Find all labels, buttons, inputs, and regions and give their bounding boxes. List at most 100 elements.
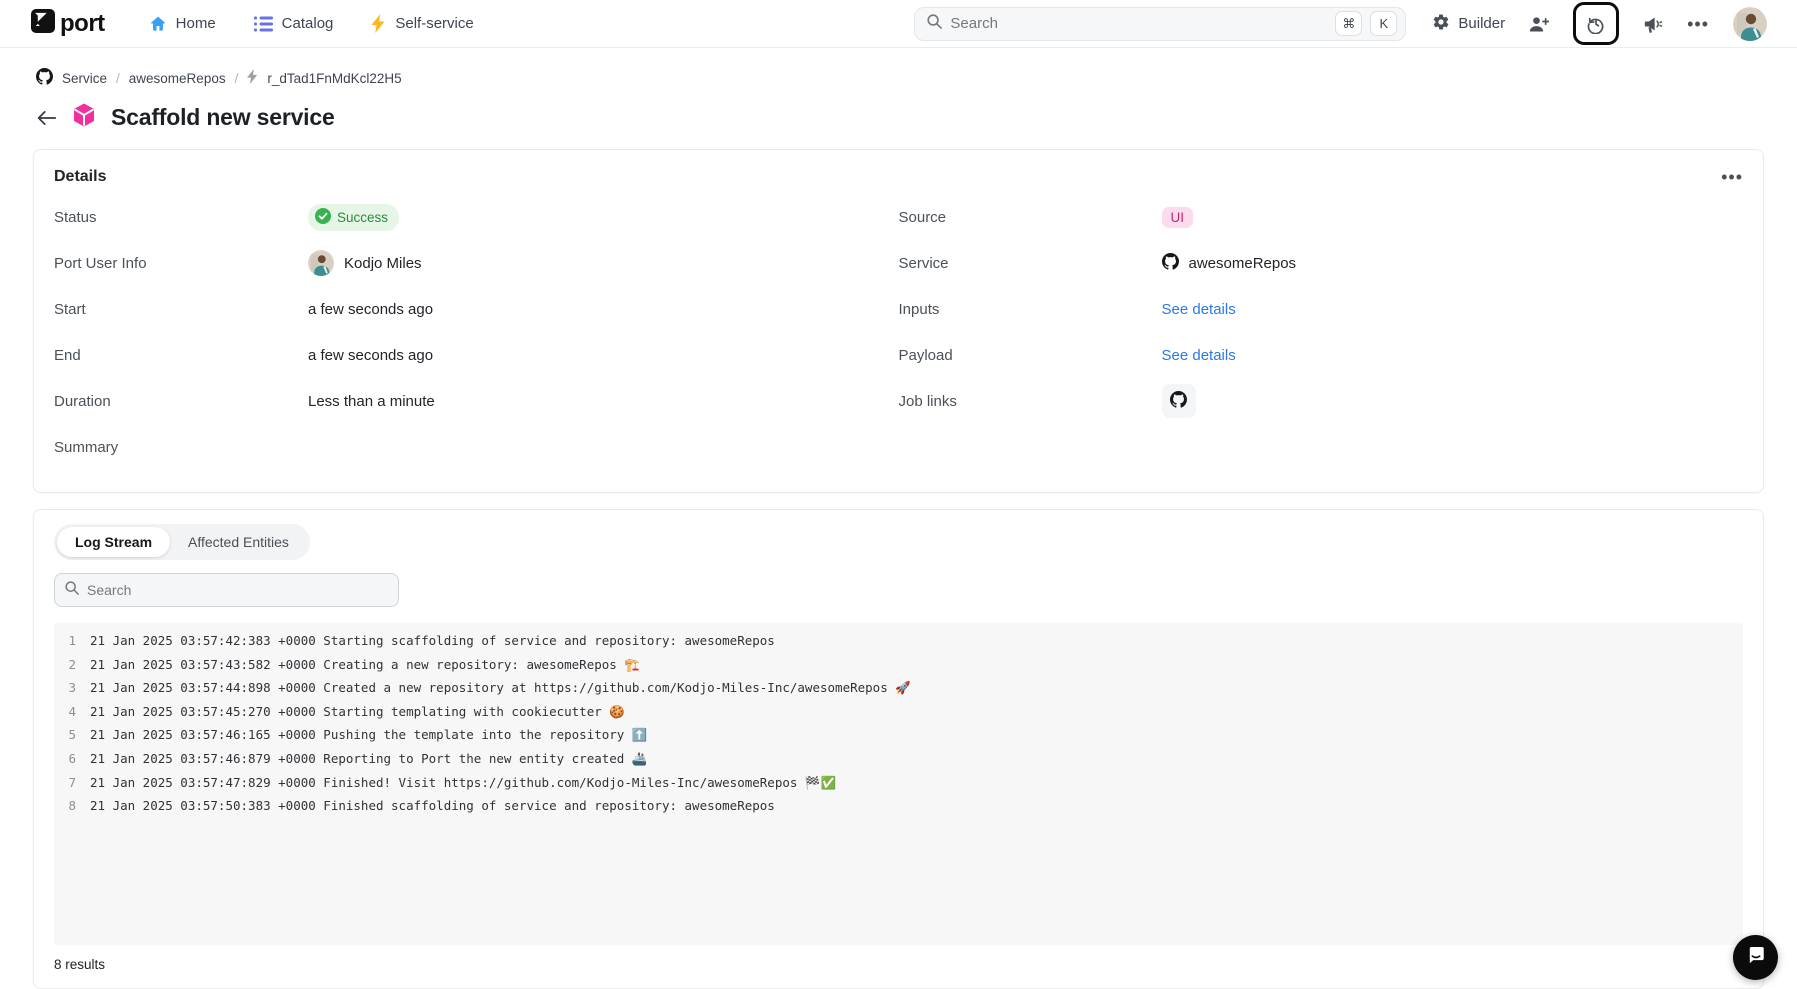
- log-line: 621 Jan 2025 03:57:46:879 +0000 Reportin…: [54, 751, 1743, 775]
- main-nav: Home Catalog Self-service: [149, 14, 474, 33]
- details-card: Details ••• StatusSuccess Port User InfoK…: [33, 149, 1764, 493]
- detail-row: StatusSuccess: [54, 194, 899, 240]
- detail-row: DurationLess than a minute: [54, 378, 899, 424]
- nav-item-label: Home: [176, 15, 216, 32]
- detail-row: PayloadSee details: [899, 332, 1744, 378]
- breadcrumb: Service / awesomeRepos / r_dTad1FnMdKcl2…: [0, 48, 1797, 88]
- see-details-link[interactable]: See details: [1162, 347, 1236, 364]
- gear-icon: [1432, 13, 1450, 35]
- log-line-number: 7: [54, 775, 90, 790]
- job-link-github-button[interactable]: [1162, 384, 1196, 418]
- breadcrumb-awesomerepos[interactable]: awesomeRepos: [129, 71, 226, 86]
- details-heading: Details: [54, 168, 106, 186]
- detail-value: [1162, 384, 1196, 418]
- catalog-icon: [254, 16, 273, 32]
- log-line: 721 Jan 2025 03:57:47:829 +0000 Finished…: [54, 775, 1743, 799]
- detail-label: Payload: [899, 347, 1162, 364]
- detail-row: ServiceawesomeRepos: [899, 240, 1744, 286]
- more-options-button[interactable]: •••: [1687, 19, 1709, 29]
- log-line-number: 3: [54, 680, 90, 695]
- log-line-number: 2: [54, 657, 90, 672]
- run-lightning-icon: [247, 69, 258, 87]
- port-logo[interactable]: port: [30, 8, 105, 39]
- log-line: 421 Jan 2025 03:57:45:270 +0000 Starting…: [54, 704, 1743, 728]
- details-right-column: SourceUIServiceawesomeReposInputsSee det…: [899, 194, 1744, 470]
- detail-label: Source: [899, 209, 1162, 226]
- log-search-input[interactable]: [87, 582, 388, 598]
- log-line: 821 Jan 2025 03:57:50:383 +0000 Finished…: [54, 798, 1743, 822]
- back-arrow-icon[interactable]: [36, 109, 57, 127]
- log-line: 121 Jan 2025 03:57:42:383 +0000 Starting…: [54, 633, 1743, 657]
- detail-value: a few seconds ago: [308, 347, 433, 364]
- detail-label: Job links: [899, 393, 1162, 410]
- detail-row: Job links: [899, 378, 1744, 424]
- announcements-icon[interactable]: [1643, 15, 1663, 33]
- log-stream-panel[interactable]: 121 Jan 2025 03:57:42:383 +0000 Starting…: [54, 623, 1743, 945]
- log-line-text: 21 Jan 2025 03:57:46:165 +0000 Pushing t…: [90, 727, 647, 743]
- log-search: [54, 573, 399, 607]
- global-search: ⌘ K: [914, 7, 1406, 41]
- global-search-input[interactable]: [950, 15, 1327, 32]
- details-grid: StatusSuccess Port User InfoKodjo Miles St…: [54, 194, 1743, 470]
- detail-row: Summary: [54, 424, 899, 470]
- lightning-icon: [371, 14, 386, 33]
- search-icon: [927, 14, 942, 34]
- port-logo-icon: [30, 8, 56, 39]
- search-icon: [65, 581, 79, 600]
- nav-item-label: Self-service: [395, 15, 473, 32]
- source-badge: UI: [1162, 207, 1194, 228]
- log-line: 221 Jan 2025 03:57:43:582 +0000 Creating…: [54, 657, 1743, 681]
- detail-value: Kodjo Miles: [308, 250, 422, 276]
- breadcrumb-service[interactable]: Service: [62, 71, 107, 86]
- detail-value: awesomeRepos: [1162, 253, 1297, 274]
- detail-value: See details: [1162, 347, 1236, 364]
- user-row-avatar: [308, 250, 334, 276]
- nav-item-home[interactable]: Home: [149, 15, 216, 32]
- builder-button[interactable]: Builder: [1432, 13, 1505, 35]
- chat-widget-button[interactable]: [1733, 935, 1778, 980]
- see-details-link[interactable]: See details: [1162, 301, 1236, 318]
- home-icon: [149, 15, 167, 32]
- nav-item-catalog[interactable]: Catalog: [254, 15, 334, 32]
- github-icon: [1170, 391, 1187, 412]
- log-card: Log Stream Affected Entities 121 Jan 202…: [33, 509, 1764, 989]
- detail-label: Status: [54, 209, 308, 226]
- details-menu-button[interactable]: •••: [1721, 172, 1743, 182]
- breadcrumb-separator: /: [235, 71, 239, 86]
- breadcrumb-run-id: r_dTad1FnMdKcl22H5: [267, 71, 401, 86]
- tab-affected-entities[interactable]: Affected Entities: [170, 527, 307, 557]
- detail-value: Less than a minute: [308, 393, 435, 410]
- action-cube-icon: [71, 102, 97, 133]
- detail-value: Success: [308, 204, 399, 231]
- log-line-number: 1: [54, 633, 90, 648]
- detail-value: a few seconds ago: [308, 301, 433, 318]
- cmd-key-badge: ⌘: [1335, 11, 1362, 36]
- navbar-actions: Builder •••: [1432, 2, 1767, 45]
- log-line-text: 21 Jan 2025 03:57:43:582 +0000 Creating …: [90, 657, 640, 673]
- nav-item-self-service[interactable]: Self-service: [371, 14, 473, 33]
- detail-label: Port User Info: [54, 255, 308, 272]
- log-line-number: 4: [54, 704, 90, 719]
- top-navbar: port Home Catalog Self-service ⌘ K: [0, 0, 1797, 48]
- detail-label: Start: [54, 301, 308, 318]
- invite-user-button[interactable]: [1529, 15, 1549, 33]
- page-header: Scaffold new service: [0, 88, 1797, 133]
- tab-log-stream[interactable]: Log Stream: [57, 527, 170, 557]
- k-key-badge: K: [1370, 11, 1397, 36]
- log-line-number: 6: [54, 751, 90, 766]
- detail-row: SourceUI: [899, 194, 1744, 240]
- detail-label: End: [54, 347, 308, 364]
- log-line-text: 21 Jan 2025 03:57:46:879 +0000 Reporting…: [90, 751, 647, 767]
- github-icon: [1162, 253, 1179, 274]
- breadcrumb-separator: /: [116, 71, 120, 86]
- user-avatar[interactable]: [1733, 7, 1767, 41]
- runs-history-button[interactable]: [1586, 14, 1606, 34]
- log-line-text: 21 Jan 2025 03:57:45:270 +0000 Starting …: [90, 704, 625, 720]
- chat-bubble-icon: [1745, 944, 1767, 971]
- history-button-highlight: [1573, 2, 1619, 45]
- detail-row: Enda few seconds ago: [54, 332, 899, 378]
- detail-value: See details: [1162, 301, 1236, 318]
- detail-label: Service: [899, 255, 1162, 272]
- port-logo-text: port: [60, 10, 105, 38]
- results-count: 8 results: [54, 957, 1743, 972]
